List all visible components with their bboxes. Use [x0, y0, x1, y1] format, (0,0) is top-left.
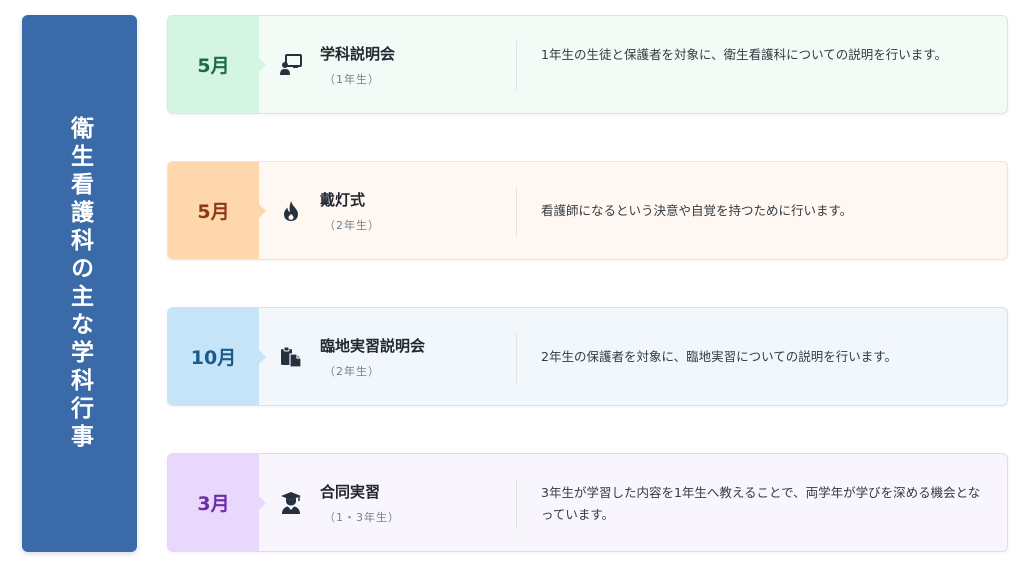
clipboard-copy-icon	[278, 344, 304, 370]
chalkboard-teacher-icon	[278, 52, 304, 78]
event-grade: （2年生）	[324, 365, 380, 378]
event-month: 5月	[168, 16, 266, 113]
event-card-joint-practicum: 3月 合同実習 （1・3年生） 3年生が学習した内容を1年生へ教えることで、両学…	[167, 453, 1008, 552]
event-description: 1年生の生徒と保護者を対象に、衛生看護科についての説明を行います。	[541, 47, 947, 62]
side-title-banner: 衛生看護科の主な学科行事	[22, 15, 137, 552]
event-name: 学科説明会	[320, 45, 396, 63]
event-grade: （1年生）	[324, 73, 380, 86]
divider	[516, 479, 517, 529]
event-name: 合同実習	[320, 483, 381, 501]
side-title-text: 衛生看護科の主な学科行事	[66, 115, 93, 452]
event-grade: （1・3年生）	[324, 511, 400, 524]
event-card-candle-ceremony: 5月 戴灯式 （2年生） 看護師になるという決意や自覚を持つために行います。	[167, 161, 1008, 260]
event-name: 臨地実習説明会	[320, 337, 426, 355]
divider	[516, 41, 517, 91]
event-description: 2年生の保護者を対象に、臨地実習についての説明を行います。	[541, 349, 897, 364]
event-grade: （2年生）	[324, 219, 380, 232]
divider	[516, 187, 517, 237]
event-description: 3年生が学習した内容を1年生へ教えることで、両学年が学びを深める機会となっていま…	[541, 485, 981, 522]
event-description: 看護師になるという決意や自覚を持つために行います。	[541, 203, 853, 218]
event-month: 5月	[168, 162, 266, 259]
event-card-practicum-briefing: 10月 臨地実習説明会 （2年生） 2年生の保護者を対象に、臨地実習についての説…	[167, 307, 1008, 406]
flame-icon	[278, 198, 304, 224]
event-card-briefing: 5月 学科説明会 （1年生） 1年生の生徒と保護者を対象に、衛生看護科についての…	[167, 15, 1008, 114]
graduate-user-icon	[278, 490, 304, 516]
event-name: 戴灯式	[320, 191, 366, 209]
event-month: 10月	[168, 308, 266, 405]
event-month: 3月	[168, 454, 266, 551]
divider	[516, 333, 517, 383]
